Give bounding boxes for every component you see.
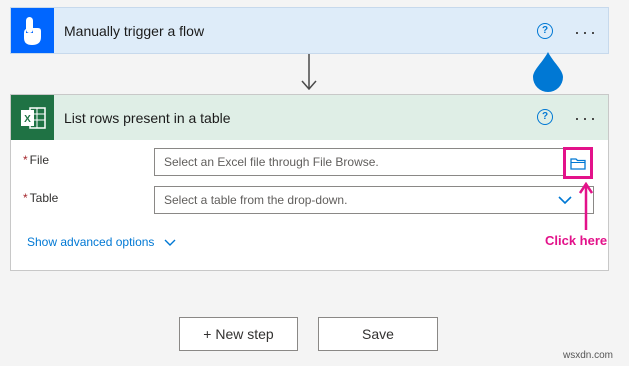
required-mark: * — [23, 191, 28, 205]
file-input[interactable]: Select an Excel file through File Browse… — [154, 148, 565, 176]
folder-icon — [570, 157, 586, 170]
more-options-icon[interactable]: ··· — [574, 109, 598, 127]
file-browse-button[interactable] — [563, 147, 593, 179]
action-card-header[interactable]: X List rows present in a table ? ··· — [11, 95, 608, 140]
chevron-down-icon — [164, 239, 176, 246]
click-here-annotation: Click here — [545, 233, 608, 248]
file-label: * File — [23, 153, 50, 167]
table-dropdown[interactable]: Select a table from the drop-down. — [154, 186, 594, 214]
more-options-icon[interactable]: ··· — [574, 23, 598, 41]
excel-icon: X — [11, 95, 54, 140]
svg-text:X: X — [24, 114, 31, 125]
show-advanced-options[interactable]: Show advanced options — [27, 235, 176, 249]
connector-arrow — [301, 54, 317, 90]
table-label: * Table — [23, 191, 59, 205]
action-card: X List rows present in a table ? ··· * Fi… — [10, 94, 609, 271]
watermark: wsxdn.com — [563, 350, 614, 361]
trigger-card[interactable]: Manually trigger a flow ? ··· — [10, 7, 609, 54]
help-icon[interactable]: ? — [537, 109, 553, 125]
required-mark: * — [23, 153, 28, 167]
annotation-arrow — [579, 182, 593, 230]
new-step-button[interactable]: + New step — [179, 317, 298, 351]
save-button[interactable]: Save — [318, 317, 438, 351]
insert-step-drop-icon[interactable] — [531, 52, 565, 92]
help-icon[interactable]: ? — [537, 23, 553, 39]
action-title: List rows present in a table — [64, 110, 231, 126]
chevron-down-icon[interactable] — [558, 195, 572, 205]
touch-hand-icon — [11, 8, 54, 53]
trigger-title: Manually trigger a flow — [64, 23, 205, 39]
